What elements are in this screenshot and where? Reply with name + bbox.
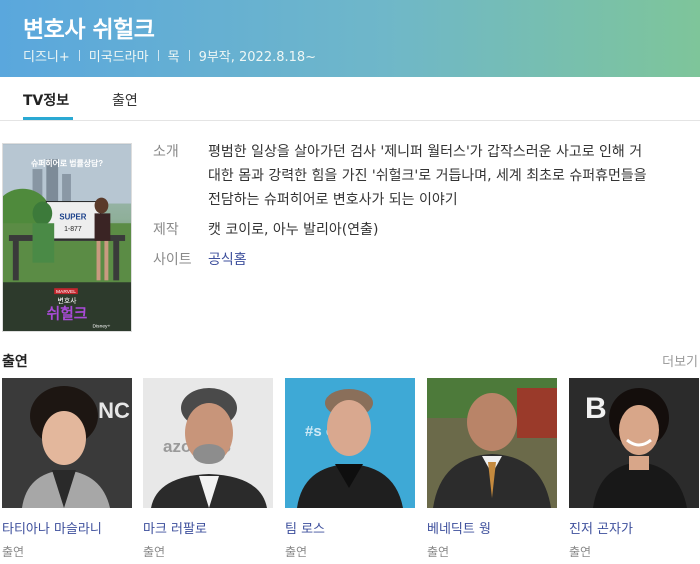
- tab-bar: TV정보 출연: [0, 77, 700, 121]
- photo-backdrop-text: B: [585, 392, 607, 425]
- poster-image[interactable]: SUPER 1-877 슈퍼히어로 법률상담? MARVEL 변호사 쉬헐크 D…: [2, 143, 132, 332]
- tab-tv-info[interactable]: TV정보: [23, 90, 69, 110]
- cast-photo[interactable]: B: [569, 378, 699, 508]
- meta-genre: 미국드라마: [88, 50, 149, 65]
- cast-list: NC 타티아나 마슬라니 출연 azon OS 마크 러팔로 출연: [2, 378, 699, 560]
- cast-card: 베네딕트 웡 출연: [427, 378, 557, 560]
- more-cast-link[interactable]: 더보기: [662, 351, 698, 370]
- intro-line: 대한 몸과 강력한 힘을 가진 '쉬헐크'로 거듭나며, 세계 최초로 슈퍼휴먼…: [208, 168, 647, 184]
- photo-backdrop-text: NC: [98, 398, 130, 423]
- svg-text:1-877: 1-877: [64, 226, 82, 233]
- poster-title-small: 변호사: [58, 296, 78, 305]
- cast-role: 출연: [427, 545, 450, 559]
- page-title: 변호사 쉬헐크: [23, 17, 155, 43]
- cast-card: #s ce 팀 로스 출연: [285, 378, 415, 560]
- cast-card: NC 타티아나 마슬라니 출연: [2, 378, 132, 560]
- info-intro-row: 소개 평범한 일상을 살아가던 검사 '제니퍼 월터스'가 갑작스러운 사고로 …: [153, 140, 683, 212]
- meta-divider: [78, 50, 80, 61]
- program-meta: 디즈니+ 미국드라마 목 9부작, 2022.8.18~: [23, 46, 316, 65]
- cast-name-link[interactable]: 베네딕트 웡: [427, 518, 557, 537]
- cast-name-link[interactable]: 타티아나 마슬라니: [2, 518, 132, 537]
- cast-photo[interactable]: #s ce: [285, 378, 415, 508]
- cast-photo[interactable]: azon OS: [143, 378, 273, 508]
- cast-role: 출연: [285, 545, 308, 559]
- cast-section-header: 출연 더보기: [2, 351, 698, 371]
- meta-platform: 디즈니+: [23, 50, 70, 65]
- meta-day: 목: [167, 50, 180, 65]
- active-tab-indicator: [23, 117, 73, 120]
- cast-role: 출연: [2, 545, 25, 559]
- tab-cast[interactable]: 출연: [112, 90, 138, 110]
- cast-card: azon OS 마크 러팔로 출연: [143, 378, 273, 560]
- meta-episodes: 9부작, 2022.8.18~: [198, 50, 317, 65]
- cast-name-link[interactable]: 마크 러팔로: [143, 518, 273, 537]
- info-production-row: 제작 캣 코이로, 아누 발리아(연출): [153, 218, 683, 242]
- title-banner: 변호사 쉬헐크 디즈니+ 미국드라마 목 9부작, 2022.8.18~: [0, 0, 700, 77]
- poster-tagline: 슈퍼히어로 법률상담?: [31, 158, 103, 168]
- poster-brand: MARVEL: [56, 289, 76, 295]
- cast-role: 출연: [143, 545, 166, 559]
- intro-line: 전담하는 슈퍼히어로 변호사가 되는 이야기: [208, 192, 458, 208]
- cast-card: B 진저 곤자가 출연: [569, 378, 699, 560]
- intro-line: 평범한 일상을 살아가던 검사 '제니퍼 월터스'가 갑작스러운 사고로 인해 …: [208, 144, 643, 160]
- official-site-link[interactable]: 공식홈: [208, 248, 247, 272]
- intro-text: 평범한 일상을 살아가던 검사 '제니퍼 월터스'가 갑작스러운 사고로 인해 …: [208, 140, 647, 212]
- cast-photo[interactable]: NC: [2, 378, 132, 508]
- meta-divider: [188, 50, 190, 61]
- cast-section-title: 출연: [2, 354, 28, 370]
- cast-name-link[interactable]: 진저 곤자가: [569, 518, 699, 537]
- meta-divider: [157, 50, 159, 61]
- cast-photo[interactable]: [427, 378, 557, 508]
- svg-text:SUPER: SUPER: [59, 212, 86, 221]
- production-value: 캣 코이로, 아누 발리아(연출): [208, 222, 379, 238]
- cast-role: 출연: [569, 545, 592, 559]
- poster-service: Disney+: [93, 324, 111, 330]
- production-label: 제작: [153, 222, 179, 238]
- cast-name-link[interactable]: 팀 로스: [285, 518, 415, 537]
- site-label: 사이트: [153, 252, 192, 268]
- info-site-row: 사이트 공식홈: [153, 248, 683, 272]
- intro-label: 소개: [153, 144, 179, 160]
- poster-title-big: 쉬헐크: [47, 306, 88, 323]
- program-info: 소개 평범한 일상을 살아가던 검사 '제니퍼 월터스'가 갑작스러운 사고로 …: [153, 140, 683, 278]
